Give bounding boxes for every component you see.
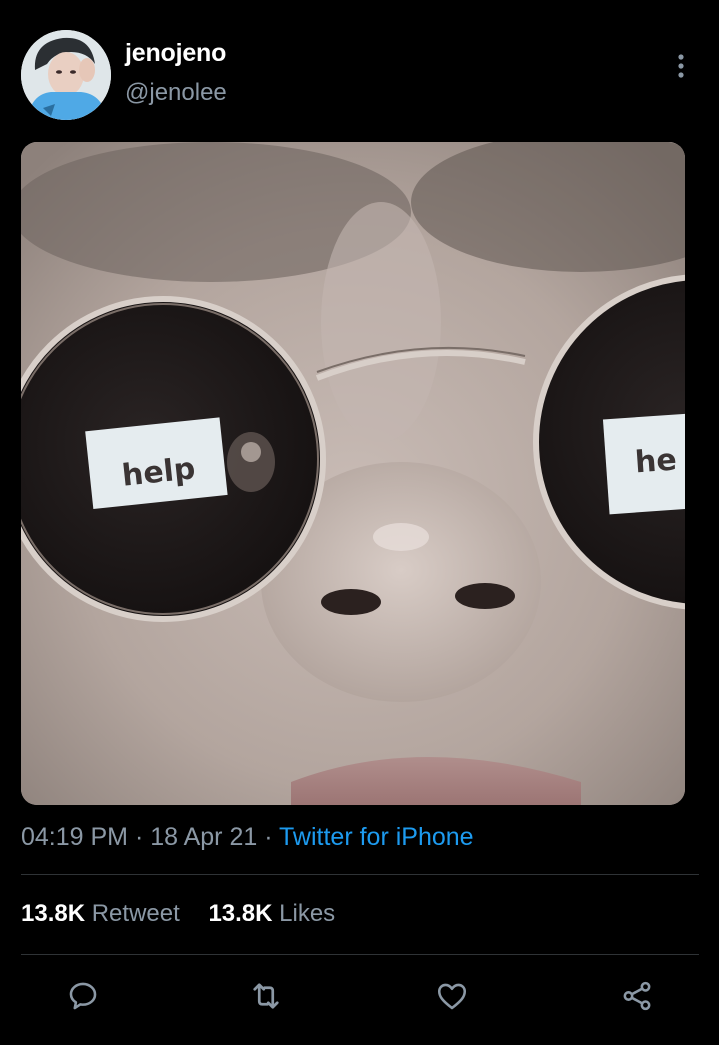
user-meta: jenojeno @jenolee <box>125 38 227 108</box>
retweets-count: 13.8K <box>21 900 86 927</box>
tweet-photo[interactable]: help he <box>21 142 685 805</box>
more-vertical-icon <box>678 54 684 78</box>
action-bar <box>21 968 699 1024</box>
divider-bottom <box>21 954 699 955</box>
photo-image: help he <box>21 142 685 805</box>
retweet-icon <box>253 983 279 1009</box>
source-separator: · <box>257 823 280 851</box>
likes-label: Likes <box>279 900 336 927</box>
avatar-image <box>21 30 111 120</box>
tweet-source-link[interactable]: Twitter for iPhone <box>279 823 474 851</box>
tweet-timestamp: 04:19 PM · 18 Apr 21 · Twitter for iPhon… <box>21 820 474 854</box>
share-icon <box>623 981 651 1011</box>
more-options-button[interactable] <box>661 46 701 86</box>
tweet-stats: 13.8K Retweet 13.8K Likes <box>21 897 357 931</box>
user-handle[interactable]: @jenolee <box>125 78 227 108</box>
reply-button[interactable] <box>55 968 111 1024</box>
retweets-stat[interactable]: 13.8K Retweet <box>21 900 186 927</box>
share-button[interactable] <box>609 968 665 1024</box>
timestamp-separator: · <box>128 823 151 851</box>
divider-top <box>21 874 699 875</box>
tweet-date[interactable]: 18 Apr 21 <box>150 823 257 851</box>
avatar[interactable] <box>21 30 111 120</box>
heart-icon <box>437 983 467 1010</box>
tweet-header: jenojeno @jenolee <box>21 30 701 120</box>
tweet-time[interactable]: 04:19 PM <box>21 823 128 851</box>
retweets-label: Retweet <box>91 900 180 927</box>
likes-stat[interactable]: 13.8K Likes <box>208 900 335 927</box>
lens-text-right: he <box>634 443 678 481</box>
likes-count: 13.8K <box>208 900 273 927</box>
display-name[interactable]: jenojeno <box>125 38 227 68</box>
reply-icon <box>69 982 97 1010</box>
like-button[interactable] <box>424 968 480 1024</box>
retweet-button[interactable] <box>238 968 294 1024</box>
